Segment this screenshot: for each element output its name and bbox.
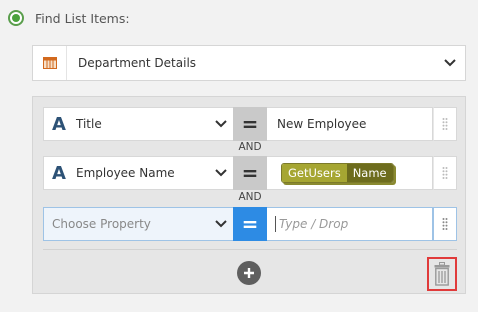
and-conjunction: AND	[238, 141, 262, 153]
radio-dot	[12, 14, 20, 22]
property-label: Employee Name	[76, 166, 175, 180]
operator-equals-button[interactable]: =	[233, 156, 267, 190]
chevron-down-icon	[209, 220, 233, 228]
and-conjunction: AND	[238, 191, 262, 203]
text-type-icon: A	[52, 162, 66, 184]
drag-grip-icon[interactable]	[433, 107, 457, 141]
condition-row-new: Choose Property = Type / Drop	[43, 207, 457, 241]
header-label: Find List Items:	[35, 10, 130, 26]
add-condition-button[interactable]	[237, 261, 261, 285]
find-list-items-header: Find List Items:	[8, 8, 130, 28]
chevron-down-icon	[435, 59, 465, 67]
filter-conditions-panel: A Title = New Employee AND A Employee Na…	[32, 96, 466, 294]
token-source: GetUsers	[282, 164, 347, 182]
property-placeholder: Choose Property	[52, 217, 151, 231]
text-caret	[275, 216, 276, 232]
drag-grip-icon[interactable]	[433, 156, 457, 190]
property-label: Title	[76, 117, 102, 131]
list-select-value: Department Details	[78, 56, 197, 70]
plus-circle-icon	[244, 268, 254, 278]
text-type-icon: A	[52, 113, 66, 135]
value-placeholder: Type / Drop	[279, 217, 349, 231]
list-select-dropdown[interactable]: Department Details	[32, 45, 466, 81]
value-field[interactable]: GetUsers Name	[267, 156, 433, 190]
value-field[interactable]: New Employee	[267, 107, 433, 141]
delete-button[interactable]	[427, 257, 457, 291]
condition-row: A Employee Name = GetUsers Name	[43, 156, 457, 190]
property-select[interactable]: A Title	[43, 107, 233, 141]
trash-icon	[434, 262, 450, 286]
divider	[43, 249, 457, 250]
list-table-icon	[33, 46, 67, 80]
drag-grip-icon[interactable]	[433, 207, 457, 241]
property-select[interactable]: A Employee Name	[43, 156, 233, 190]
operator-equals-button[interactable]: =	[233, 107, 267, 141]
condition-row: A Title = New Employee	[43, 107, 457, 141]
variable-token[interactable]: GetUsers Name	[281, 163, 394, 183]
token-field: Name	[346, 164, 393, 182]
operator-equals-button[interactable]: =	[233, 207, 267, 241]
property-select[interactable]: Choose Property	[43, 207, 233, 241]
chevron-down-icon	[209, 120, 233, 128]
radio-selected[interactable]	[8, 10, 24, 26]
value-input[interactable]: Type / Drop	[267, 207, 433, 241]
chevron-down-icon	[209, 169, 233, 177]
